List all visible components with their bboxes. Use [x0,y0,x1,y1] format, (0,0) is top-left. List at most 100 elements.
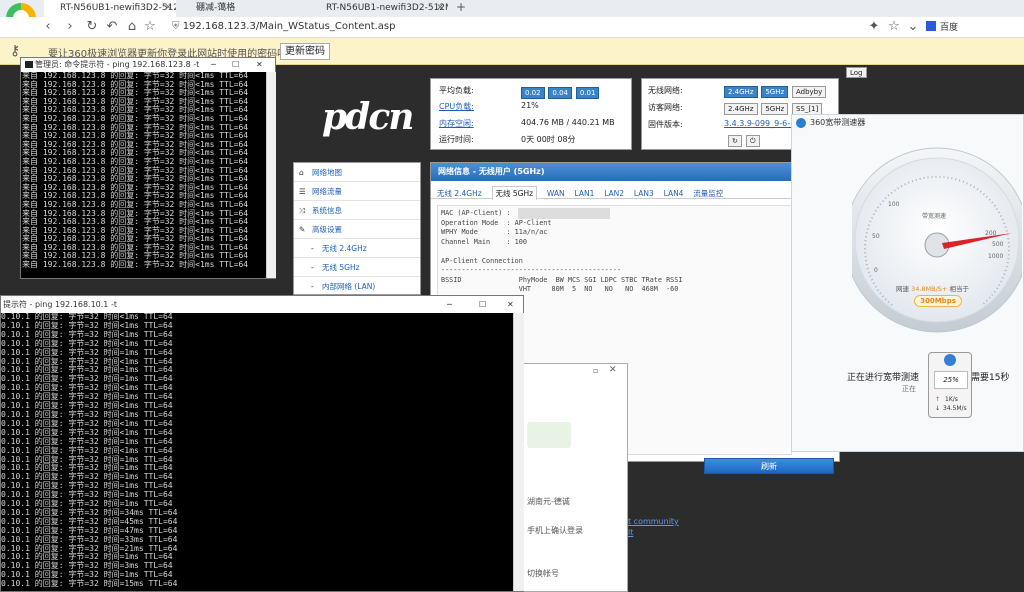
app-icon [944,354,956,366]
menu-label: 无线 2.4GHz [322,244,367,253]
menu-label: 高级设置 [312,225,342,234]
maximize-icon[interactable]: ☐ [232,58,239,72]
menu-advanced[interactable]: ✎ 高级设置 [294,220,420,239]
popup-illustration [527,422,571,448]
tab-bar: RT-N56UB1-newifi3D2-512M ✕ 硼减-蔼格 RT-N56UB… [0,0,1024,33]
url-text: 192.168.123.3/Main_WStatus_Content.asp [182,21,396,32]
wireless-label: 无线网络: [648,86,683,95]
tab-title: RT-N56UB1-newifi3D2-512M [60,3,176,13]
key-icon: ⚷ [10,43,21,59]
network-info-title: 网络信息 - 无线用户 (5GHz) [431,163,839,181]
status-panel: 平均负载: 0.02 0.04 0.01 CPU负载: 21% 内存空闲: 40… [430,78,632,150]
minimize-icon[interactable]: ─ [447,296,452,313]
speed-tester-title: 360宽带测速器 [810,118,866,127]
extension-icon[interactable]: ✦ [866,19,882,35]
tab-wan[interactable]: WAN [547,189,565,198]
footer-community-link[interactable]: t community [628,517,679,526]
dropdown-icon[interactable]: ⌄ [905,19,921,35]
back-icon[interactable]: ‹ [40,19,56,35]
uptime-label: 运行时间: [439,135,474,144]
footer-link[interactable]: lt [628,528,633,537]
baidu-icon [926,21,936,31]
power-icon[interactable]: ⏻ [746,135,760,147]
popup-confirm-text: 手机上确认登录 [527,526,583,535]
load-15min: 0.01 [575,87,600,99]
forward-icon[interactable]: › [62,19,78,35]
gauge-tick-label: 0 [874,267,878,274]
guest-buttons: 2.4GHz 5GHz SS_[1] [724,100,823,115]
tab-lan4[interactable]: LAN4 [664,189,684,198]
new-tab-button[interactable]: + [456,0,466,14]
menu-system-info[interactable]: ⤨ 系统信息 [294,201,420,220]
menu-label: 系统信息 [312,206,342,215]
tab-traffic-monitor[interactable]: 流量监控 [693,189,723,198]
popup-location-text: 湖南元-德诚 [527,497,570,506]
tab-lan2[interactable]: LAN2 [604,189,624,198]
address-bar[interactable]: ⛨ 192.168.123.3/Main_WStatus_Content.asp [172,19,732,35]
menu-wireless-24[interactable]: - 无线 2.4GHz [294,239,420,258]
navigation-toolbar: ‹ › ↻ ↶ ⌂ ☆ ⛨ 192.168.123.3/Main_WStatus… [0,17,1024,38]
tab-close-icon[interactable]: ✕ [164,0,172,17]
undo-icon[interactable]: ↶ [104,19,120,35]
cmd-titlebar[interactable]: 提示符 - ping 192.168.10.1 -t ─ ☐ ✕ [1,296,523,313]
tab-lan1[interactable]: LAN1 [574,189,594,198]
menu-traffic[interactable]: ☰ 网络流量 [294,182,420,201]
router-logo: pdcn [322,96,414,138]
tab-third[interactable]: RT-N56UB1-newifi3D2-512M ✕ [310,0,448,17]
cmd-app-icon [25,61,33,68]
home-icon: ⌂ [299,168,304,177]
scrollbar[interactable] [513,313,524,591]
shuffle-icon: ⤨ [299,206,305,215]
cmd-output: 来自 192.168.123.8 的回复: 字节=32 时间<1ms TTL=6… [21,72,265,278]
menu-lan[interactable]: - 内部网络 (LAN) [294,277,420,294]
adbyby-button[interactable]: Adbyby [791,86,827,98]
guest-5ghz-button[interactable]: 5GHz [761,103,789,115]
upload-arrow-icon: ↑ [935,396,941,403]
minimize-icon[interactable]: ▫ [593,366,598,375]
guest-24ghz-button[interactable]: 2.4GHz [724,103,758,115]
search-engine-label[interactable]: 百度 [940,20,958,33]
tab-wireless-24[interactable]: 无线 2.4GHz [437,189,482,198]
tab-router-status[interactable]: RT-N56UB1-newifi3D2-512M ✕ [44,0,176,17]
wireless-24ghz-button[interactable]: 2.4GHz [724,86,758,98]
cmd-line: 来自 192.168.123.8 的回复: 字节=32 时间<1ms TTL=6… [22,260,249,270]
menu-network-map[interactable]: ⌂ 网络地图 [294,163,420,182]
redacted-mac-block [518,208,610,219]
log-button[interactable]: Log [846,67,867,78]
shield-icon: ⛨ [172,21,183,32]
test-status-text: 正在进行宽带测速 [847,373,920,383]
minimize-icon[interactable]: ─ [211,58,216,72]
close-icon[interactable]: ✕ [256,58,263,72]
wireless-5ghz-button[interactable]: 5GHz [761,86,789,98]
firmware-value[interactable]: 3.4.3.9-099_9-6-18 [724,119,800,128]
reboot-icon[interactable]: ↻ [728,135,742,147]
update-password-button[interactable]: 更新密码 [280,43,330,60]
refresh-button[interactable]: 刷新 [704,458,834,474]
gauge-tick-label: 100 [888,201,900,208]
firmware-label: 固件版本: [648,120,683,129]
close-icon[interactable]: ✕ [609,365,617,375]
switch-account-link[interactable]: 切换帐号 [527,568,559,579]
tab-lan3[interactable]: LAN3 [634,189,654,198]
tab-wireless-5[interactable]: 无线 5GHz [491,186,538,200]
load-5min: 0.04 [548,87,573,99]
menu-label: 网络流量 [312,187,342,196]
login-popup: ▫ ✕ 湖南元-德诚 手机上确认登录 切换帐号 [512,363,628,592]
memory-label[interactable]: 内存空闲: [439,118,474,129]
close-icon[interactable]: ✕ [507,296,514,313]
tab-close-icon[interactable]: ✕ [436,0,444,17]
bookmark-star-icon[interactable]: ☆ [142,19,158,35]
menu-wireless-5[interactable]: - 无线 5GHz [294,258,420,277]
maximize-icon[interactable]: ☐ [479,296,486,313]
cmd-titlebar[interactable]: 管理员: 命令提示符 - ping 192.168.123.8 -t ─ ☐ ✕ [21,58,275,72]
cpu-label[interactable]: CPU负载: [439,101,474,112]
speed-tester-window: 360宽带测速器 0 50 100 200 500 1000 带宽测速 网速 3… [791,114,1024,452]
reload-icon[interactable]: ↻ [84,19,100,35]
tab-second[interactable]: 硼减-蔼格 [180,0,304,17]
floating-speed-badge[interactable]: 25% ↑ 1K/s ↓ 34.5M/s [928,352,972,418]
favorite-icon[interactable]: ☆ [886,19,902,35]
download-speed: 34.5M/s [943,405,967,412]
speed-equivalent-badge: 300Mbps [914,295,962,307]
scrollbar[interactable] [266,72,276,278]
home-icon[interactable]: ⌂ [124,19,140,35]
